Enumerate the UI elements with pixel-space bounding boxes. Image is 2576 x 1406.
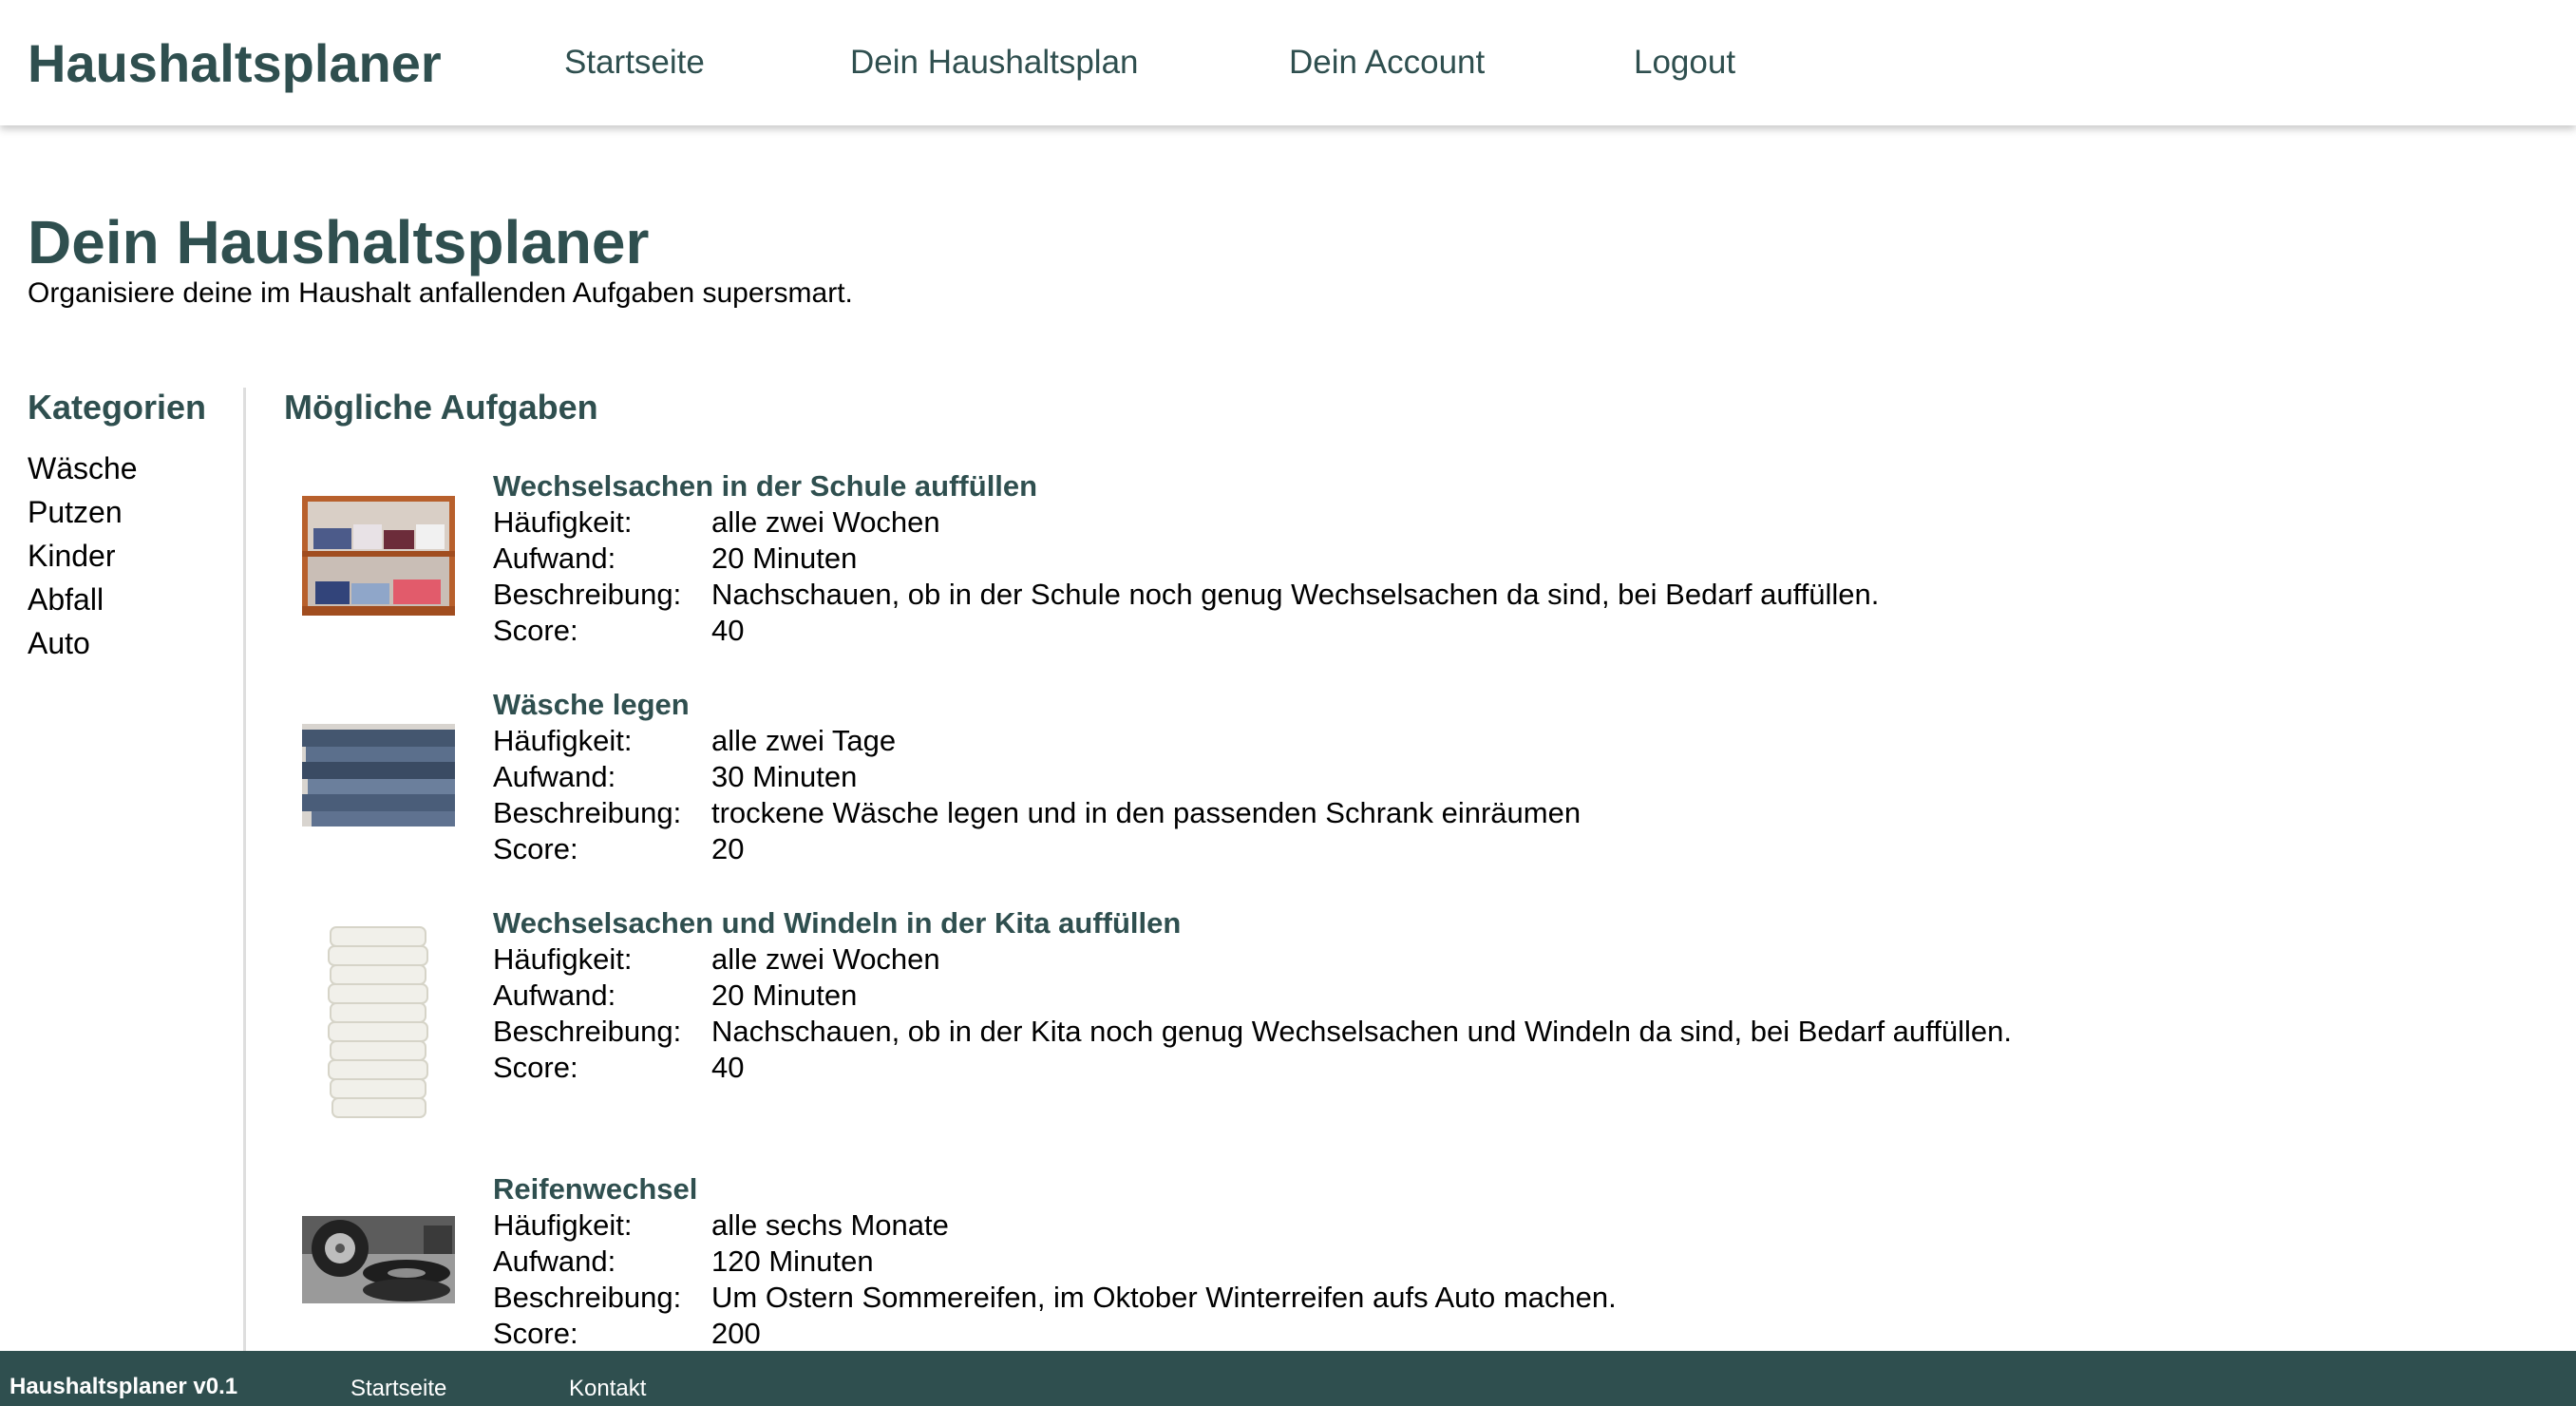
frequency-value: alle sechs Monate xyxy=(711,1208,949,1242)
description-label: Beschreibung: xyxy=(493,1281,682,1314)
score-value: 200 xyxy=(711,1317,761,1350)
task-effort-row: Aufwand: 20 Minuten xyxy=(493,542,857,576)
footer-brand: Haushaltsplaner v0.1 xyxy=(9,1374,238,1399)
effort-value: 120 Minuten xyxy=(711,1244,874,1278)
category-putzen[interactable]: Putzen xyxy=(28,490,206,534)
category-auto[interactable]: Auto xyxy=(28,621,206,665)
nav-link-startseite[interactable]: Startseite xyxy=(564,44,705,82)
score-value: 40 xyxy=(711,1051,745,1084)
task-frequency-row: Häufigkeit: alle zwei Wochen xyxy=(493,942,940,977)
diaper-stack-image xyxy=(302,920,455,1127)
description-label: Beschreibung: xyxy=(493,796,682,829)
task-description-row: Beschreibung: Nachschauen, ob in der Kita… xyxy=(493,1015,2012,1049)
page-title: Dein Haushaltsplaner xyxy=(28,208,650,276)
jeans-stack-image xyxy=(302,724,455,826)
task-description-row: Beschreibung: Nachschauen, ob in der Schu… xyxy=(493,578,1879,612)
score-label: Score: xyxy=(493,1317,578,1350)
description-value: Nachschauen, ob in der Kita noch genug W… xyxy=(711,1015,2012,1048)
description-label: Beschreibung: xyxy=(493,578,682,611)
frequency-label: Häufigkeit: xyxy=(493,1208,633,1242)
frequency-value: alle zwei Wochen xyxy=(711,505,940,539)
sidebar-title: Kategorien xyxy=(28,388,207,427)
task-title[interactable]: Wäsche legen xyxy=(493,688,690,722)
task-score-row: Score: 20 xyxy=(493,832,744,866)
task-effort-row: Aufwand: 30 Minuten xyxy=(493,760,857,794)
task-description-row: Beschreibung: trockene Wäsche legen und i… xyxy=(493,796,1581,830)
task-score-row: Score: 40 xyxy=(493,1051,744,1085)
score-value: 40 xyxy=(711,614,745,647)
task-score-row: Score: 40 xyxy=(493,614,744,648)
score-label: Score: xyxy=(493,832,578,865)
nav-link-account[interactable]: Dein Account xyxy=(1289,44,1485,82)
nav-link-logout[interactable]: Logout xyxy=(1634,44,1735,82)
frequency-value: alle zwei Wochen xyxy=(711,942,940,976)
effort-value: 30 Minuten xyxy=(711,760,858,793)
effort-label: Aufwand: xyxy=(493,542,616,575)
score-label: Score: xyxy=(493,1051,578,1084)
footer-link-startseite[interactable]: Startseite xyxy=(350,1376,446,1402)
effort-label: Aufwand: xyxy=(493,978,616,1012)
top-navigation-bar: Haushaltsplaner Startseite Dein Haushalt… xyxy=(0,0,2576,125)
frequency-label: Häufigkeit: xyxy=(493,724,633,757)
tires-image xyxy=(302,1216,455,1303)
task-frequency-row: Häufigkeit: alle sechs Monate xyxy=(493,1208,949,1243)
task-effort-row: Aufwand: 20 Minuten xyxy=(493,978,857,1013)
category-sidebar: Kategorien Wäsche Putzen Kinder Abfall A… xyxy=(28,388,206,665)
sidebar-divider xyxy=(243,388,246,1351)
frequency-label: Häufigkeit: xyxy=(493,942,633,976)
effort-value: 20 Minuten xyxy=(711,978,858,1012)
description-value: Um Ostern Sommereifen, im Oktober Winter… xyxy=(711,1281,1617,1314)
score-value: 20 xyxy=(711,832,745,865)
shelf-clothes-image xyxy=(302,496,455,616)
description-label: Beschreibung: xyxy=(493,1015,682,1048)
frequency-value: alle zwei Tage xyxy=(711,724,897,757)
task-score-row: Score: 200 xyxy=(493,1317,761,1351)
footer-link-kontakt[interactable]: Kontakt xyxy=(569,1376,646,1402)
brand-title[interactable]: Haushaltsplaner xyxy=(28,32,442,94)
effort-value: 20 Minuten xyxy=(711,542,858,575)
category-kinder[interactable]: Kinder xyxy=(28,534,206,578)
task-frequency-row: Häufigkeit: alle zwei Wochen xyxy=(493,505,940,540)
task-description-row: Beschreibung: Um Ostern Sommereifen, im O… xyxy=(493,1281,1617,1315)
task-frequency-row: Häufigkeit: alle zwei Tage xyxy=(493,724,896,758)
frequency-label: Häufigkeit: xyxy=(493,505,633,539)
tasks-heading: Mögliche Aufgaben xyxy=(284,388,598,427)
task-title[interactable]: Wechselsachen in der Schule auffüllen xyxy=(493,469,1037,504)
score-label: Score: xyxy=(493,614,578,647)
effort-label: Aufwand: xyxy=(493,1244,616,1278)
task-effort-row: Aufwand: 120 Minuten xyxy=(493,1244,874,1279)
page-subtitle: Organisiere deine im Haushalt anfallende… xyxy=(28,277,853,309)
description-value: trockene Wäsche legen und in den passend… xyxy=(711,796,1582,829)
task-title[interactable]: Reifenwechsel xyxy=(493,1172,697,1206)
nav-link-haushaltsplan[interactable]: Dein Haushaltsplan xyxy=(850,44,1139,82)
category-abfall[interactable]: Abfall xyxy=(28,578,206,621)
task-title[interactable]: Wechselsachen und Windeln in der Kita au… xyxy=(493,906,1181,940)
description-value: Nachschauen, ob in der Schule noch genug… xyxy=(711,578,1880,611)
effort-label: Aufwand: xyxy=(493,760,616,793)
category-waesche[interactable]: Wäsche xyxy=(28,446,206,490)
footer-bar: Haushaltsplaner v0.1 Startseite Kontakt xyxy=(0,1351,2576,1406)
